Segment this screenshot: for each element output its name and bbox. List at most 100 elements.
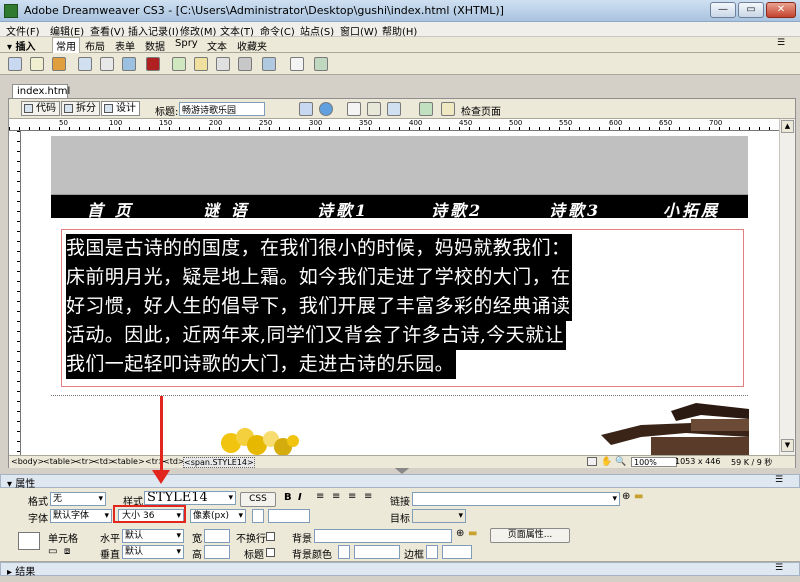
design-view-button[interactable]: 设计 [101,101,140,116]
nav-home[interactable]: 首 页 [87,197,134,221]
nav-poem-1[interactable]: 诗歌1 [317,197,369,221]
tag-selector-body[interactable]: <body> [11,457,44,466]
nav-riddles[interactable]: 谜 语 [203,197,250,221]
tag-selector-td[interactable]: <td> [163,457,185,466]
menu-view[interactable]: 查看(V) [90,23,125,38]
close-button[interactable]: ✕ [766,2,796,18]
bg-image-input[interactable] [314,529,452,543]
preview-browser-icon[interactable] [319,102,333,116]
file-management-icon[interactable] [299,102,313,116]
hand-tool-icon[interactable]: ✋ [601,457,612,467]
image-icon[interactable] [122,57,136,71]
bold-button[interactable]: B [284,492,292,503]
maximize-button[interactable]: ▭ [738,2,764,18]
panel-options-icon[interactable]: ☰ [775,475,783,485]
italic-button[interactable]: I [298,492,302,503]
script-icon[interactable] [262,57,276,71]
menu-modify[interactable]: 修改(M) [180,23,216,38]
point-to-file-icon[interactable]: ⊕ [622,491,630,502]
visual-aids-icon[interactable] [387,102,401,116]
tab-common[interactable]: 常用 [52,37,80,53]
check-page-button[interactable]: 检查页面 [461,103,501,118]
format-select[interactable]: 无 [50,492,106,506]
vertical-scrollbar[interactable]: ▲ ▼ [779,119,795,455]
menu-site[interactable]: 站点(S) [300,23,334,38]
link-input[interactable] [412,492,620,506]
date-icon[interactable] [172,57,186,71]
nav-extension[interactable]: 小拓展 [663,197,720,221]
horz-select[interactable]: 默认 [122,529,184,543]
properties-panel-header[interactable]: ▾ 属性 ☰ [0,474,800,490]
target-select[interactable] [412,509,466,523]
menu-text[interactable]: 文本(T) [220,23,254,38]
tab-layout[interactable]: 布局 [82,38,108,53]
align-left-icon[interactable]: ≡ [316,491,324,502]
window-size[interactable]: 1053 x 446 [675,457,720,466]
email-link-icon[interactable] [30,57,44,71]
bgcolor-input[interactable] [354,545,400,559]
align-right-icon[interactable]: ≡ [348,491,356,502]
validate-markup-icon[interactable] [419,102,433,116]
hyperlink-icon[interactable] [8,57,22,71]
content-cell[interactable]: 我国是古诗的的国度，在我们很小的时候，妈妈就教我们： 床前明月光，疑是地上霜。如… [61,229,744,387]
style-select[interactable]: STYLE14 [144,491,236,505]
menu-window[interactable]: 窗口(W) [340,23,378,38]
intro-paragraph[interactable]: 我国是古诗的的国度，在我们很小的时候，妈妈就教我们： 床前明月光，疑是地上霜。如… [66,234,744,379]
table-icon[interactable] [78,57,92,71]
refresh-icon[interactable] [347,102,361,116]
text-color-swatch[interactable] [252,509,264,523]
tag-selector-table[interactable]: <table> [43,457,77,466]
page-properties-button[interactable]: 页面属性... [490,528,570,543]
menu-file[interactable]: 文件(F) [6,23,40,38]
tab-text[interactable]: 文本 [204,38,230,53]
comment-icon[interactable] [194,57,208,71]
align-center-icon[interactable]: ≡ [332,491,340,502]
vert-select[interactable]: 默认 [122,545,184,559]
header-checkbox[interactable] [266,548,275,557]
font-select[interactable]: 默认字体 [50,509,112,523]
doc-title-input[interactable]: 畅游诗歌乐园 [179,102,265,116]
nav-poem-3[interactable]: 诗歌3 [549,197,601,221]
select-tool-icon[interactable] [587,457,597,466]
text-color-input[interactable] [268,509,310,523]
tag-selector-span[interactable]: <span.STYLE14> [183,457,255,468]
tab-forms[interactable]: 表单 [112,38,138,53]
merge-cells-icon[interactable]: ▭ [48,546,57,557]
insert-bar-label[interactable]: ▾ 插入 [4,38,39,53]
code-view-button[interactable]: 代码 [21,101,60,116]
border-color-input[interactable] [442,545,472,559]
menu-help[interactable]: 帮助(H) [382,23,417,38]
tab-spry[interactable]: Spry [172,38,201,49]
panel-options-icon[interactable]: ☰ [774,38,788,48]
div-icon[interactable] [100,57,114,71]
justify-icon[interactable]: ≡ [364,491,372,502]
browse-folder-icon[interactable]: ▬ [634,491,643,502]
templates-icon[interactable] [290,57,304,71]
document-tab[interactable]: index.html [12,84,70,99]
nav-poem-2[interactable]: 诗歌2 [431,197,483,221]
point-to-file-icon[interactable]: ⊕ [456,528,464,539]
height-input[interactable] [204,545,230,559]
menu-edit[interactable]: 编辑(E) [50,23,84,38]
border-color-swatch[interactable] [426,545,438,559]
width-input[interactable] [204,529,230,543]
scroll-down-arrow[interactable]: ▼ [781,439,794,452]
split-cells-icon[interactable]: ⧈ [64,546,70,557]
head-content-icon[interactable] [238,57,252,71]
media-icon[interactable] [146,57,160,71]
zoom-select[interactable]: 100% [631,457,677,467]
tab-favorites[interactable]: 收藏夹 [234,38,270,53]
view-options-icon[interactable] [367,102,381,116]
panel-options-icon[interactable]: ☰ [775,563,783,573]
tag-selector-table[interactable]: <table> [111,457,145,466]
zoom-tool-icon[interactable]: 🔍 [615,457,626,467]
browse-folder-icon[interactable]: ▬ [468,528,477,539]
tag-chooser-icon[interactable] [314,57,328,71]
css-button[interactable]: CSS [240,492,276,507]
tag-selector-tr[interactable]: <tr> [75,457,95,466]
unit-select[interactable]: 像素(px) [190,509,246,523]
design-canvas[interactable]: 首 页 谜 语 诗歌1 诗歌2 诗歌3 小拓展 我国是古诗的的国度，在我们很小的… [21,131,779,455]
named-anchor-icon[interactable] [52,57,66,71]
minimize-button[interactable]: — [710,2,736,18]
server-include-icon[interactable] [216,57,230,71]
